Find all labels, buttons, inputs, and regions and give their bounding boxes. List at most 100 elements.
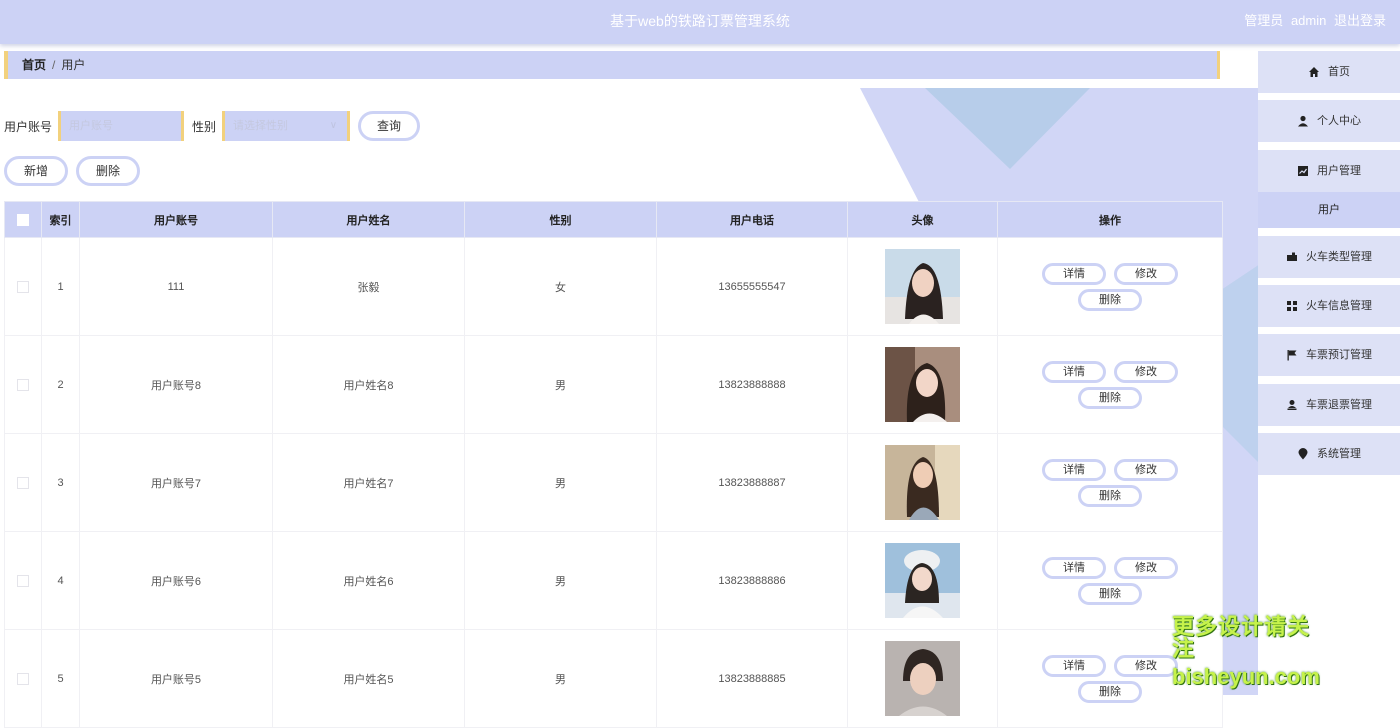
search-bar: 用户账号 用户账号 性别 请选择性别 ∨ 查询 bbox=[4, 110, 421, 142]
sidebar-item-train-type[interactable]: 火车类型管理 bbox=[1258, 236, 1400, 278]
sidebar-item-ticket-refund[interactable]: 车票退票管理 bbox=[1258, 384, 1400, 426]
delete-button[interactable]: 删除 bbox=[1078, 386, 1142, 409]
column-header-actions: 操作 bbox=[997, 201, 1223, 238]
row-account: 用户账号5 bbox=[79, 629, 273, 728]
sidebar-item-home[interactable]: 首页 bbox=[1258, 51, 1400, 93]
row-index: 3 bbox=[41, 433, 80, 532]
sidebar-item-ticket-booking[interactable]: 车票预订管理 bbox=[1258, 334, 1400, 376]
account-search-input[interactable]: 用户账号 bbox=[58, 111, 185, 141]
row-actions: 详情 修改 删除 bbox=[1035, 359, 1185, 411]
column-header-account: 用户账号 bbox=[79, 201, 273, 238]
grid-icon bbox=[1287, 301, 1297, 312]
breadcrumb-home[interactable]: 首页 bbox=[22, 58, 46, 72]
avatar-image bbox=[885, 347, 960, 422]
detail-button[interactable]: 详情 bbox=[1042, 654, 1106, 677]
gender-label: 性别 bbox=[192, 119, 217, 134]
avatar-image bbox=[885, 641, 960, 716]
chart-icon bbox=[1298, 166, 1308, 177]
detail-button[interactable]: 详情 bbox=[1042, 556, 1106, 579]
column-header-phone: 用户电话 bbox=[656, 201, 848, 238]
row-checkbox[interactable] bbox=[17, 378, 29, 391]
row-actions: 详情 修改 删除 bbox=[1035, 653, 1185, 705]
row-phone: 13655555547 bbox=[656, 237, 848, 336]
gender-select[interactable]: 请选择性别 ∨ bbox=[222, 111, 351, 141]
add-button[interactable]: 新增 bbox=[4, 156, 68, 186]
user-table: 索引 用户账号 用户姓名 性别 用户电话 头像 操作 1 111 张毅 女 13… bbox=[4, 201, 1223, 728]
avatar-image bbox=[885, 543, 960, 618]
sidebar-menu: 首页 个人中心 用户管理 用户 火车类型管理 火车信息管理 车票预订管理 车票退… bbox=[1258, 44, 1400, 695]
user-stamp-icon bbox=[1287, 400, 1297, 411]
sidebar-item-label: 个人中心 bbox=[1317, 115, 1361, 127]
row-index: 1 bbox=[41, 237, 80, 336]
row-checkbox[interactable] bbox=[17, 672, 29, 685]
table-row: 4 用户账号6 用户姓名6 男 13823888886 详情 修改 删除 bbox=[4, 531, 1223, 630]
row-gender: 男 bbox=[464, 531, 657, 630]
row-gender: 男 bbox=[464, 629, 657, 728]
row-account: 用户账号8 bbox=[79, 335, 273, 434]
user-role: 管理员 bbox=[1244, 13, 1284, 28]
detail-button[interactable]: 详情 bbox=[1042, 262, 1106, 285]
query-button[interactable]: 查询 bbox=[358, 111, 421, 141]
edit-button[interactable]: 修改 bbox=[1114, 360, 1178, 383]
detail-button[interactable]: 详情 bbox=[1042, 458, 1106, 481]
row-phone: 13823888886 bbox=[656, 531, 848, 630]
table-actions: 新增 删除 bbox=[4, 156, 148, 186]
avatar-image bbox=[885, 249, 960, 324]
row-name: 用户姓名5 bbox=[272, 629, 465, 728]
row-account: 111 bbox=[79, 237, 273, 336]
row-checkbox[interactable] bbox=[17, 280, 29, 293]
row-actions: 详情 修改 删除 bbox=[1035, 261, 1185, 313]
row-checkbox[interactable] bbox=[17, 476, 29, 489]
edit-button[interactable]: 修改 bbox=[1114, 262, 1178, 285]
delete-button[interactable]: 删除 bbox=[1078, 288, 1142, 311]
edit-button[interactable]: 修改 bbox=[1114, 654, 1178, 677]
sidebar-item-train-info[interactable]: 火车信息管理 bbox=[1258, 285, 1400, 327]
delete-button[interactable]: 删除 bbox=[1078, 680, 1142, 703]
logout-link[interactable]: 退出登录 bbox=[1334, 13, 1386, 28]
select-all-checkbox[interactable] bbox=[17, 213, 29, 226]
column-header-avatar: 头像 bbox=[847, 201, 998, 238]
home-icon bbox=[1309, 67, 1319, 78]
detail-button[interactable]: 详情 bbox=[1042, 360, 1106, 383]
select-all-cell bbox=[4, 201, 42, 238]
sidebar-item-label: 系统管理 bbox=[1317, 448, 1361, 460]
sidebar-item-profile[interactable]: 个人中心 bbox=[1258, 100, 1400, 142]
sidebar-item-system[interactable]: 系统管理 bbox=[1258, 433, 1400, 475]
person-icon bbox=[1298, 115, 1308, 127]
sidebar-item-label: 用户管理 bbox=[1317, 165, 1361, 177]
breadcrumb-current: 用户 bbox=[61, 58, 86, 72]
watermark-line-1: 更多设计请关注 bbox=[1172, 614, 1311, 661]
edit-button[interactable]: 修改 bbox=[1114, 458, 1178, 481]
avatar-image bbox=[885, 445, 960, 520]
delete-button[interactable]: 删除 bbox=[1078, 582, 1142, 605]
table-row: 1 111 张毅 女 13655555547 详情 修改 删除 bbox=[4, 237, 1223, 336]
chevron-down-icon: ∨ bbox=[329, 120, 338, 131]
delete-button[interactable]: 删除 bbox=[1078, 484, 1142, 507]
edit-button[interactable]: 修改 bbox=[1114, 556, 1178, 579]
row-checkbox[interactable] bbox=[17, 574, 29, 587]
row-account: 用户账号7 bbox=[79, 433, 273, 532]
row-phone: 13823888888 bbox=[656, 335, 848, 434]
row-account: 用户账号6 bbox=[79, 531, 273, 630]
row-gender: 男 bbox=[464, 335, 657, 434]
table-row: 3 用户账号7 用户姓名7 男 13823888887 详情 修改 删除 bbox=[4, 433, 1223, 532]
row-name: 用户姓名7 bbox=[272, 433, 465, 532]
row-actions: 详情 修改 删除 bbox=[1035, 555, 1185, 607]
sidebar-item-label: 火车信息管理 bbox=[1306, 300, 1372, 312]
sidebar-item-user-management[interactable]: 用户管理 bbox=[1258, 150, 1400, 192]
row-phone: 13823888885 bbox=[656, 629, 848, 728]
sidebar-item-label: 首页 bbox=[1328, 66, 1350, 78]
row-index: 4 bbox=[41, 531, 80, 630]
row-gender: 女 bbox=[464, 237, 657, 336]
row-name: 用户姓名8 bbox=[272, 335, 465, 434]
watermark: 更多设计请关注 bisheyun.com bbox=[1172, 616, 1332, 688]
sidebar-subitem-user[interactable]: 用户 bbox=[1258, 192, 1400, 228]
row-index: 5 bbox=[41, 629, 80, 728]
row-name: 用户姓名6 bbox=[272, 531, 465, 630]
sidebar-item-label: 车票预订管理 bbox=[1306, 349, 1372, 361]
table-row: 2 用户账号8 用户姓名8 男 13823888888 详情 修改 删除 bbox=[4, 335, 1223, 434]
table-row: 5 用户账号5 用户姓名5 男 13823888885 详情 修改 删除 bbox=[4, 629, 1223, 728]
account-label: 用户账号 bbox=[4, 119, 53, 134]
sidebar-item-label: 车票退票管理 bbox=[1306, 399, 1372, 411]
batch-delete-button[interactable]: 删除 bbox=[76, 156, 140, 186]
